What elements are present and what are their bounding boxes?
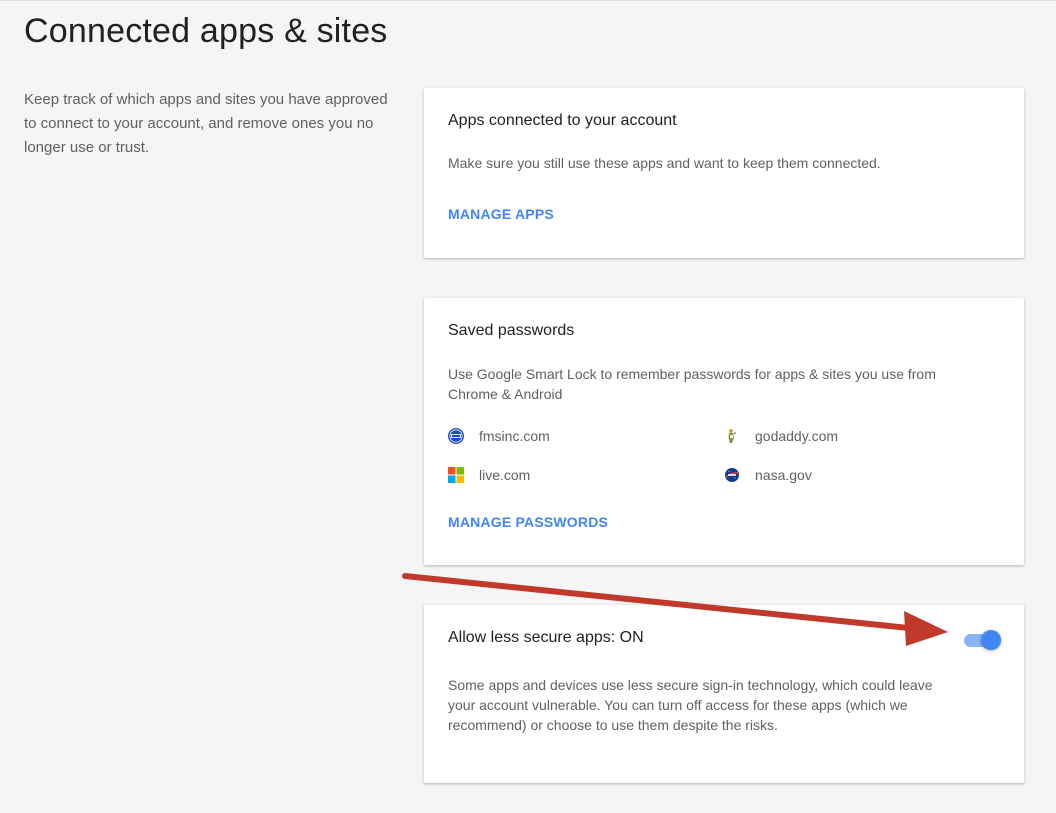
saved-site-item: fmsinc.com (448, 426, 550, 446)
card-description: Use Google Smart Lock to remember passwo… (448, 366, 936, 402)
fms-logo-icon (448, 428, 464, 444)
card-title: Saved passwords (448, 322, 575, 339)
page-title: Connected apps & sites (24, 12, 388, 50)
microsoft-logo-icon (448, 467, 464, 483)
card-description: Make sure you still use these apps and w… (448, 155, 881, 171)
page-description: Keep track of which apps and sites you h… (24, 91, 388, 156)
less-secure-apps-toggle[interactable] (964, 630, 1002, 650)
site-label: live.com (479, 467, 531, 483)
saved-site-item: godaddy.com (724, 426, 838, 446)
site-label: nasa.gov (755, 467, 812, 483)
less-secure-apps-card: Allow less secure apps: ON Some apps and… (424, 605, 1024, 783)
card-description: Some apps and devices use less secure si… (448, 677, 933, 733)
manage-passwords-link[interactable]: MANAGE PASSWORDS (448, 514, 608, 530)
site-label: godaddy.com (755, 428, 839, 444)
saved-site-item: live.com (448, 465, 530, 485)
saved-passwords-card: Saved passwords Use Google Smart Lock to… (424, 298, 1024, 565)
site-label: fmsinc.com (479, 428, 550, 444)
toggle-thumb (981, 630, 1001, 650)
card-title: Allow less secure apps: ON (448, 629, 644, 646)
top-divider (0, 0, 1056, 1)
card-title: Apps connected to your account (448, 112, 677, 129)
nasa-logo-icon (725, 468, 739, 482)
manage-apps-link[interactable]: MANAGE APPS (448, 206, 554, 222)
saved-site-item: nasa.gov (724, 465, 812, 485)
apps-connected-card: Apps connected to your account Make sure… (424, 88, 1024, 258)
godaddy-logo-icon (728, 429, 737, 443)
